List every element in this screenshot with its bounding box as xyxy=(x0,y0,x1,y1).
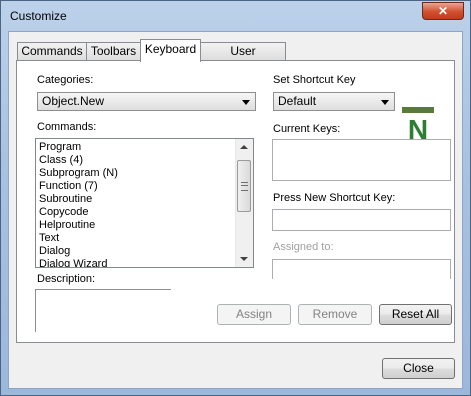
tab-toolbars[interactable]: Toolbars xyxy=(86,42,141,61)
close-button[interactable]: Close xyxy=(382,358,455,379)
list-item[interactable]: Function (7) xyxy=(39,180,118,193)
tab-commands[interactable]: Commands xyxy=(17,42,87,61)
list-item[interactable]: Class (4) xyxy=(39,154,118,167)
list-item[interactable]: Text xyxy=(39,232,118,245)
chevron-down-icon xyxy=(381,100,389,105)
assign-button[interactable]: Assign xyxy=(217,304,291,325)
shortcut-scheme-dropdown[interactable]: Default xyxy=(273,92,395,111)
tab-keyboard[interactable]: Keyboard xyxy=(140,39,201,62)
commands-label: Commands: xyxy=(37,121,97,133)
chevron-down-icon xyxy=(242,100,250,105)
set-shortcut-label: Set Shortcut Key xyxy=(273,74,356,86)
customize-window: Customize ✕ Commands Toolbars Keyboard U… xyxy=(0,0,471,396)
categories-value: Object.New xyxy=(42,94,105,108)
list-item[interactable]: Subprogram (N) xyxy=(39,167,118,180)
logo-bar xyxy=(402,107,434,113)
scroll-thumb[interactable] xyxy=(237,160,251,212)
commands-items: Program Class (4) Subprogram (N) Functio… xyxy=(39,141,118,267)
scroll-up-icon[interactable] xyxy=(240,145,248,149)
description-label: Description: xyxy=(37,273,96,285)
list-item[interactable]: Program xyxy=(39,141,118,154)
commands-list[interactable]: Program Class (4) Subprogram (N) Functio… xyxy=(35,138,254,268)
window-close-button[interactable]: ✕ xyxy=(422,2,464,20)
list-item[interactable]: Subroutine xyxy=(39,193,118,206)
title-bar: Customize ✕ xyxy=(1,1,470,31)
categories-dropdown[interactable]: Object.New xyxy=(37,92,256,111)
dialog-client: Commands Toolbars Keyboard User Commands… xyxy=(8,31,463,389)
scroll-down-icon[interactable] xyxy=(240,257,248,261)
keyboard-panel: Categories: Object.New Commands: Program… xyxy=(16,60,455,343)
assigned-to-label: Assigned to: xyxy=(273,241,334,253)
commands-scrollbar[interactable] xyxy=(235,139,253,267)
reset-all-button[interactable]: Reset All xyxy=(379,304,452,325)
grip-icon xyxy=(241,182,248,191)
list-item[interactable]: Dialog xyxy=(39,245,118,258)
press-new-shortcut-label: Press New Shortcut Key: xyxy=(273,192,396,204)
list-item[interactable]: Copycode xyxy=(39,206,118,219)
categories-label: Categories: xyxy=(37,74,94,86)
current-keys-label: Current Keys: xyxy=(273,123,341,135)
tab-user-commands[interactable]: User Commands xyxy=(200,42,286,75)
description-box xyxy=(35,289,171,332)
close-icon: ✕ xyxy=(437,4,449,18)
shortcut-scheme-value: Default xyxy=(278,94,317,108)
app-logo-icon: N xyxy=(402,107,434,143)
list-item[interactable]: Helproutine xyxy=(39,219,118,232)
current-keys-list[interactable] xyxy=(272,139,451,181)
list-item[interactable]: Dialog Wizard xyxy=(39,258,118,267)
new-shortcut-input[interactable] xyxy=(272,209,451,231)
window-title: Customize xyxy=(10,9,67,23)
assigned-to-box xyxy=(272,259,451,279)
remove-button[interactable]: Remove xyxy=(298,304,372,325)
